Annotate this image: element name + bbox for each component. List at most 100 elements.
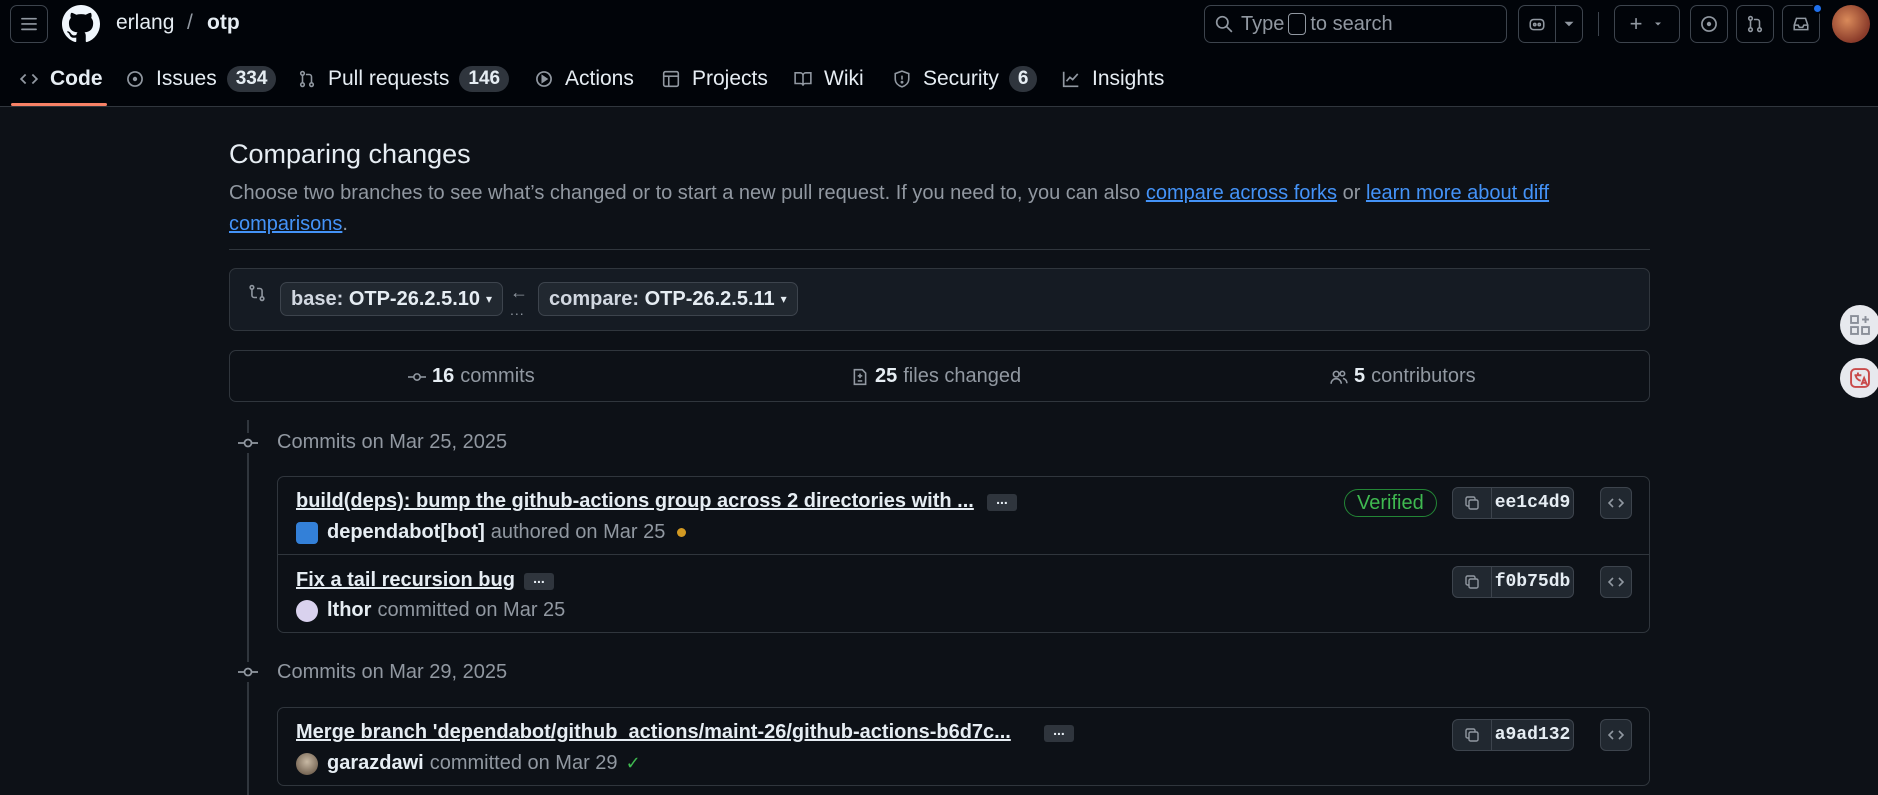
commit-sha-link[interactable]: a9ad132 [1492, 719, 1574, 751]
issues-button[interactable] [1690, 5, 1728, 43]
menu-button[interactable] [10, 5, 48, 43]
copilot-button[interactable] [1518, 5, 1556, 43]
tab-label: Projects [692, 66, 768, 90]
tab-label: Issues [156, 66, 217, 90]
compare-description: Choose two branches to see what’s change… [229, 178, 1649, 240]
timeline-line [247, 420, 249, 795]
commits-stat[interactable]: 16 commits [408, 365, 535, 388]
commit-group-heading: Commits on Mar 29, 2025 [277, 661, 508, 683]
commit-meta: lthor committed on Mar 25 [296, 599, 565, 622]
expand-message-button[interactable]: ... [524, 571, 554, 590]
lthor-avatar[interactable] [296, 599, 318, 622]
tab-code[interactable]: Code [20, 50, 103, 107]
check-icon[interactable]: ✓ [626, 753, 641, 774]
file-diff-icon [853, 368, 867, 385]
git-commit-icon [408, 372, 426, 381]
section-divider [229, 249, 1650, 250]
description-period: . [342, 213, 348, 235]
base-branch-select[interactable]: base: OTP-26.2.5.10 ▾ [280, 282, 504, 316]
tab-issues[interactable]: Issues 334 [126, 50, 277, 107]
commit-action: committed on Mar 29 [429, 752, 618, 774]
tab-label: Pull requests [328, 66, 450, 90]
caret-down-icon: ▾ [486, 292, 493, 306]
book-icon [794, 71, 812, 86]
hamburger-icon [21, 17, 37, 31]
commit-title-link[interactable]: build(deps): bump the github-actions gro… [296, 490, 974, 513]
breadcrumb-owner[interactable]: erlang [116, 11, 174, 35]
github-logo-icon[interactable] [62, 5, 100, 43]
table-icon [662, 70, 680, 87]
compare-branch-select[interactable]: compare: OTP-26.2.5.11 ▾ [538, 282, 798, 316]
git-commit-icon [238, 433, 258, 453]
chevron-down-icon [1564, 21, 1574, 27]
description-text: Choose two branches to see what’s change… [229, 182, 1141, 204]
search-input[interactable]: Type to search [1204, 5, 1507, 43]
active-tab-indicator [11, 103, 107, 106]
git-compare-icon [249, 284, 265, 302]
commit-author[interactable]: dependabot[bot] [327, 521, 485, 544]
commit-meta: dependabot[bot] authored on Mar 25 [296, 521, 687, 544]
translate-extension-button[interactable] [1840, 358, 1878, 398]
graph-icon [1062, 71, 1079, 87]
pull-requests-count-badge: 146 [459, 65, 510, 92]
files-changed-stat[interactable]: 25 files changed [851, 365, 1021, 388]
commit-title-link[interactable]: Fix a tail recursion bug [296, 569, 515, 592]
plus-icon: + [1629, 11, 1643, 36]
browse-repo-button[interactable] [1600, 719, 1632, 751]
git-pull-request-icon [299, 70, 315, 87]
chevron-down-icon [1655, 22, 1662, 26]
copy-icon [1465, 575, 1479, 589]
slash-key-icon [1288, 13, 1307, 35]
contributors-stat[interactable]: 5 contributors [1330, 365, 1476, 388]
tab-wiki[interactable]: Wiki [794, 50, 864, 107]
commit-group-heading: Commits on Mar 25, 2025 [277, 431, 508, 453]
expand-message-button[interactable]: ... [1044, 723, 1074, 742]
top-bar [0, 0, 1878, 50]
compare-dots: ... [510, 302, 525, 318]
play-icon [536, 70, 552, 87]
dependabot-avatar[interactable] [296, 521, 318, 544]
or-text: or [1342, 182, 1361, 204]
copy-icon [1465, 728, 1479, 742]
code-icon [20, 73, 38, 84]
garazdawi-avatar[interactable] [296, 752, 318, 775]
code-icon [1608, 498, 1624, 508]
inbox-icon [1793, 17, 1809, 31]
notification-indicator [1812, 3, 1823, 14]
commit-sha-link[interactable]: ee1c4d9 [1492, 487, 1574, 519]
copy-sha-button[interactable] [1452, 719, 1492, 751]
contributors-count: 5 [1354, 365, 1366, 387]
tab-label: Security [923, 66, 999, 90]
commit-author[interactable]: lthor [327, 599, 371, 622]
commit-author[interactable]: garazdawi [327, 752, 424, 775]
browse-repo-button[interactable] [1600, 566, 1632, 598]
breadcrumb-repo[interactable]: otp [207, 11, 240, 35]
tab-actions[interactable]: Actions [535, 50, 634, 107]
contributors-label: contributors [1371, 365, 1476, 387]
tab-projects[interactable]: Projects [662, 50, 768, 107]
apps-add-icon [1850, 315, 1870, 335]
user-avatar[interactable] [1832, 5, 1870, 43]
copy-sha-button[interactable] [1452, 566, 1492, 598]
commit-action: committed on Mar 25 [377, 599, 566, 621]
commit-sha-link[interactable]: f0b75db [1492, 566, 1574, 598]
compare-across-forks-link[interactable]: compare across forks [1146, 182, 1337, 204]
browse-repo-button[interactable] [1600, 487, 1632, 519]
create-new-button[interactable]: + [1614, 5, 1680, 43]
extension-apps-button[interactable] [1840, 305, 1878, 345]
search-suffix: to search [1310, 12, 1393, 35]
tab-security[interactable]: Security 6 [893, 50, 1038, 107]
code-icon [1608, 730, 1624, 740]
copilot-menu-button[interactable] [1555, 5, 1583, 43]
verified-badge[interactable]: Verified [1344, 489, 1437, 517]
pull-requests-button[interactable] [1736, 5, 1774, 43]
copy-sha-button[interactable] [1452, 487, 1492, 519]
pending-status-icon[interactable] [677, 528, 687, 537]
tab-pull-requests[interactable]: Pull requests 146 [298, 50, 510, 107]
arrow-left-icon: ← [510, 282, 528, 302]
base-value: OTP-26.2.5.10 [348, 287, 480, 310]
compare-label: compare: [549, 287, 640, 310]
tab-insights[interactable]: Insights [1062, 50, 1164, 107]
commit-title-link[interactable]: Merge branch 'dependabot/github_actions/… [296, 721, 1011, 744]
expand-message-button[interactable]: ... [987, 492, 1017, 511]
